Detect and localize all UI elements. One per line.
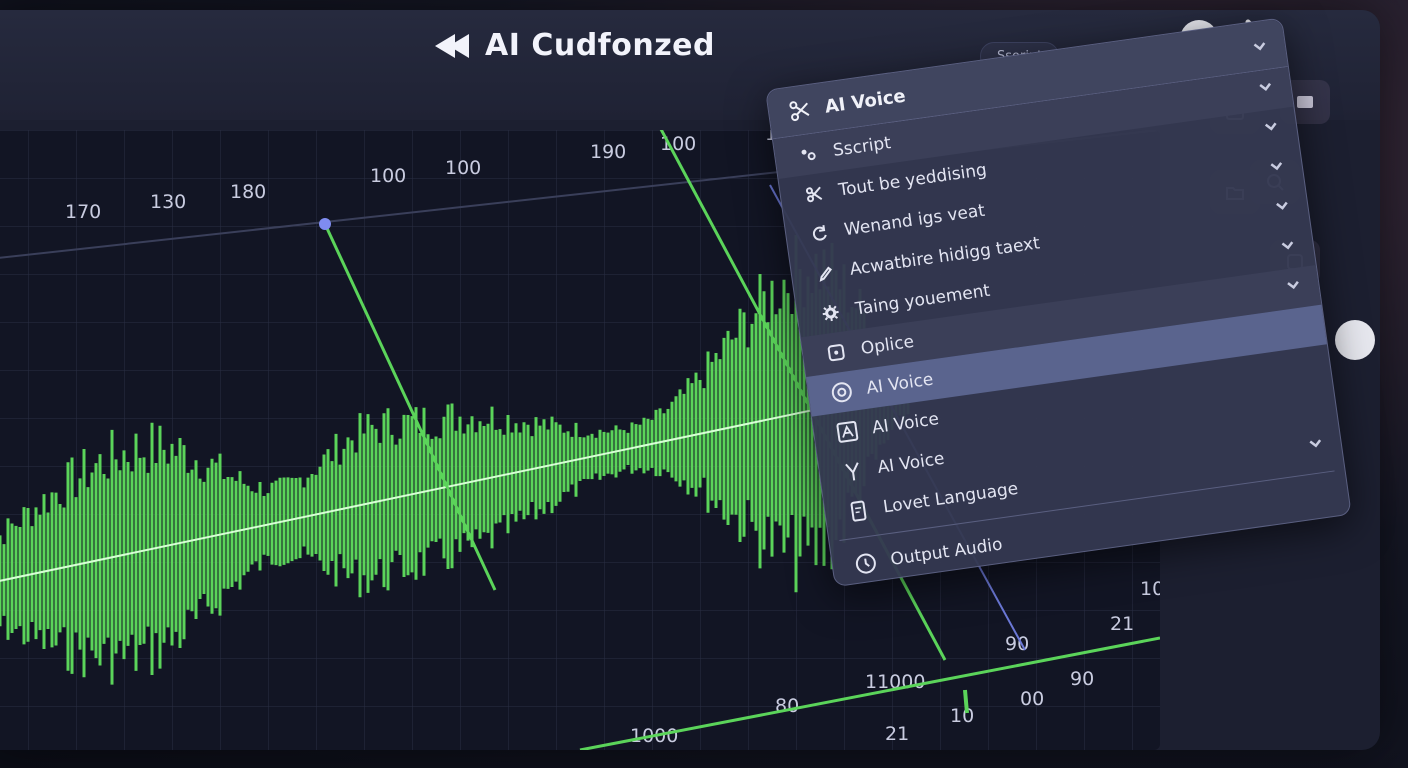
ai-voice-menu: AI Voice Sscript Tout be yeddising Wenan…: [765, 17, 1352, 588]
timeline-tick-label: 10: [950, 705, 974, 727]
play-logo-icon: [435, 33, 469, 58]
timeline-marker[interactable]: [963, 689, 969, 714]
ruler-tick-label: 100: [370, 165, 406, 187]
ruler-tick-label: 130: [150, 191, 186, 213]
chevron-down-icon[interactable]: [1252, 39, 1268, 55]
refresh-icon: [807, 221, 832, 246]
scissors-icon: [789, 101, 810, 122]
timeline-tick-label: 100: [1140, 578, 1160, 600]
timeline-tick-label: 00: [1020, 688, 1044, 710]
record-icon[interactable]: [1335, 320, 1375, 360]
voice-option-label: AI Voice: [870, 409, 941, 439]
pencil-icon: [813, 261, 838, 286]
clock-icon: [853, 551, 878, 576]
chevron-down-icon[interactable]: [1285, 277, 1301, 293]
chevron-down-icon[interactable]: [1269, 159, 1285, 175]
app-title: AI Cudfonzed: [485, 28, 715, 63]
ruler-tick-label: 190: [590, 141, 626, 163]
ruler-tick-label: 180: [230, 181, 266, 203]
chevron-down-icon[interactable]: [1280, 238, 1296, 254]
voice-option-label: AI Voice: [876, 448, 946, 478]
chevron-down-icon[interactable]: [1263, 119, 1279, 135]
chevron-down-icon[interactable]: [1274, 198, 1290, 214]
voice-option-label: AI Voice: [865, 369, 935, 399]
target-icon: [829, 380, 854, 405]
chevron-down-icon[interactable]: [1258, 79, 1274, 95]
ruler-tick-label: 100: [445, 157, 481, 179]
menu-item-label: Sscript: [831, 133, 893, 162]
playhead-marker[interactable]: [319, 218, 331, 230]
chevron-down-icon[interactable]: [1308, 436, 1324, 452]
timeline-tick-label: 21: [1110, 613, 1134, 635]
dots-icon: [796, 142, 821, 167]
square-dot-icon: [824, 340, 849, 365]
timeline-tick-label: 21: [885, 723, 909, 745]
gear-icon: [818, 301, 843, 326]
voice-option-label: Lovet Language: [881, 478, 1020, 518]
menu-item-label: Oplice: [859, 331, 916, 360]
app-window: AI Cudfonzed Ssoript: [0, 10, 1380, 750]
fork-icon: [841, 459, 866, 484]
output-audio-label: Output Audio: [889, 534, 1004, 570]
menu-title: AI Voice: [823, 85, 907, 118]
timeline-tick-label: 80: [775, 695, 799, 717]
timeline-tick-label: 90: [1070, 668, 1094, 690]
ruler-tick-label: 170: [65, 201, 101, 223]
letter-a-icon: [835, 419, 860, 444]
scissors-icon: [802, 182, 827, 207]
app-logo: AI Cudfonzed: [435, 28, 715, 63]
device-icon: [846, 499, 871, 524]
